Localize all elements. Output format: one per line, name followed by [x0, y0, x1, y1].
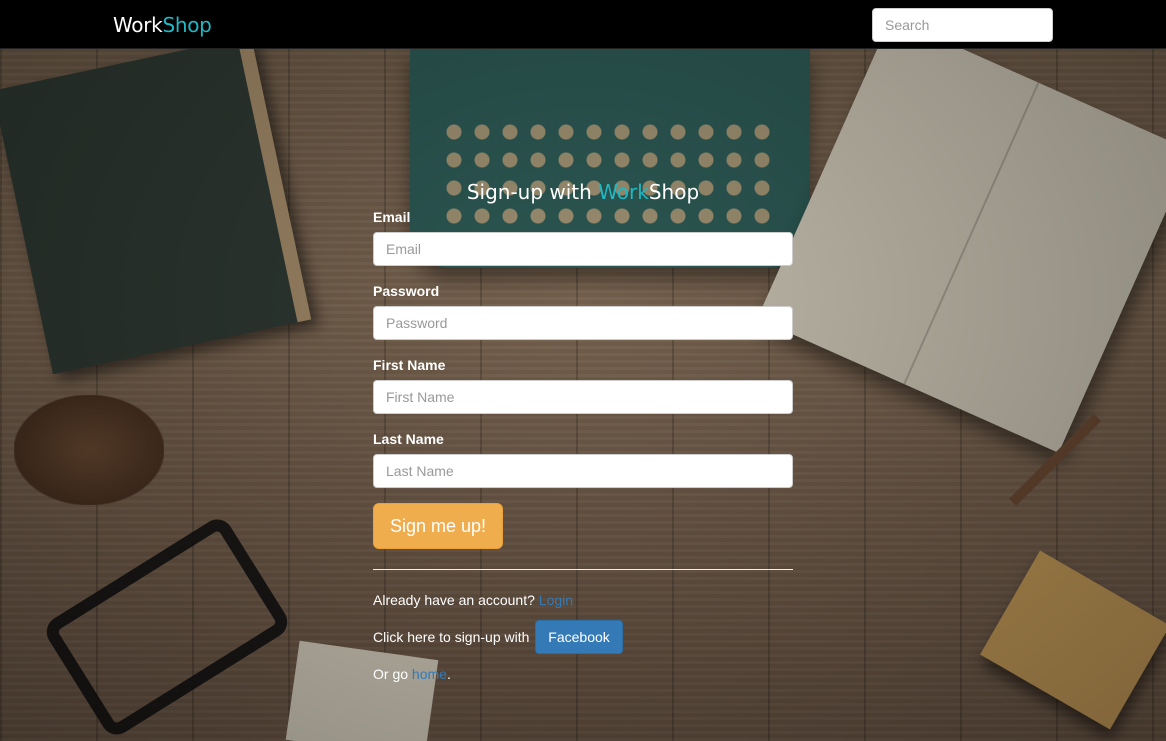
home-link[interactable]: home	[412, 666, 447, 682]
facebook-prompt-text: Click here to sign-up with	[373, 629, 534, 645]
password-label: Password	[373, 283, 440, 299]
email-field[interactable]	[373, 232, 793, 266]
brand-part-2: Shop	[162, 13, 212, 37]
facebook-button[interactable]: Facebook	[535, 620, 623, 654]
password-field[interactable]	[373, 306, 793, 340]
home-prompt-suffix: .	[446, 666, 451, 682]
navbar: WorkShop	[0, 0, 1166, 49]
brand-logo[interactable]: WorkShop	[113, 13, 212, 37]
heading-prefix: Sign-up with	[466, 180, 599, 204]
form-divider	[373, 569, 793, 570]
last-name-field[interactable]	[373, 454, 793, 488]
form-heading: Sign-up with WorkShop	[373, 180, 793, 204]
login-prompt: Already have an account? Login	[373, 592, 573, 608]
heading-brand-part-1: Work	[598, 180, 649, 204]
home-prompt: Or go home.	[373, 666, 451, 682]
login-prompt-text: Already have an account?	[373, 592, 539, 608]
sign-up-button[interactable]: Sign me up!	[373, 503, 503, 549]
email-label: Email	[373, 209, 411, 225]
home-prompt-prefix: Or go	[373, 666, 412, 682]
first-name-field[interactable]	[373, 380, 793, 414]
login-link[interactable]: Login	[539, 592, 573, 608]
page: WorkShop Sign-up with WorkShop Email Pas…	[0, 0, 1166, 741]
last-name-label: Last Name	[373, 431, 444, 447]
brand-part-1: Work	[113, 13, 163, 37]
heading-brand-part-2: Shop	[648, 180, 700, 204]
first-name-label: First Name	[373, 357, 446, 373]
search-input[interactable]	[872, 8, 1053, 42]
facebook-signup-row: Click here to sign-up with Facebook	[373, 620, 623, 654]
